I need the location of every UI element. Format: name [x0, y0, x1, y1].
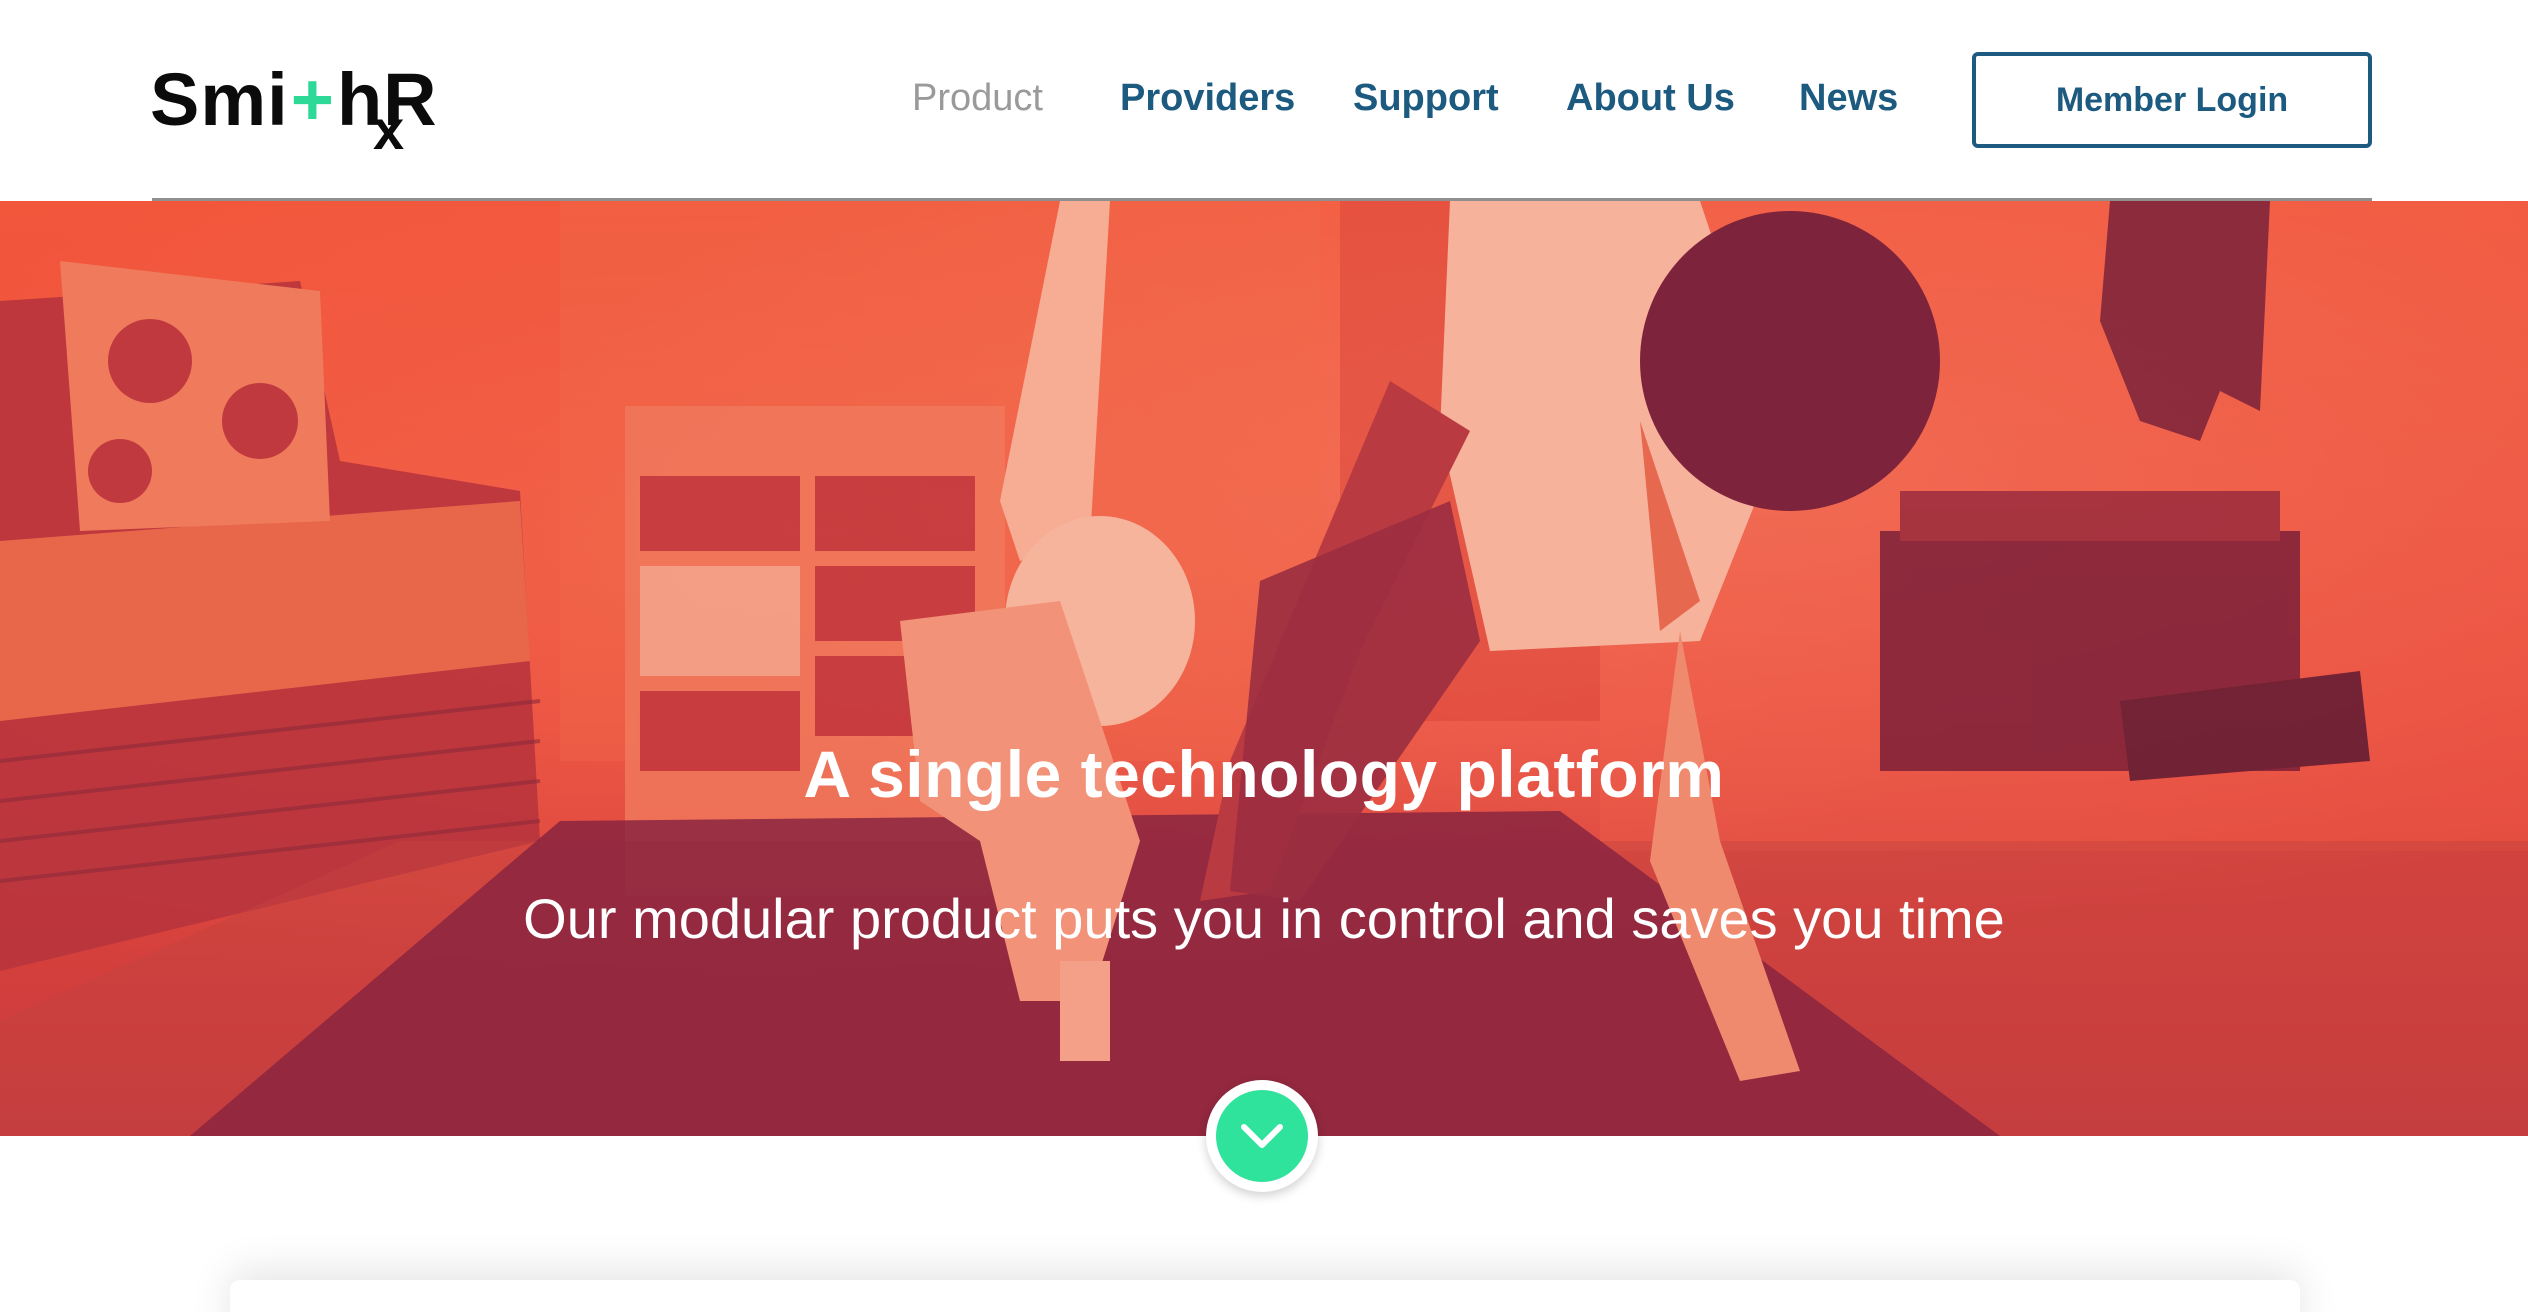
content-card-peek [230, 1280, 2300, 1312]
hero-banner: A single technology platform Our modular… [0, 201, 2528, 1136]
nav-item-about-us[interactable]: About Us [1566, 62, 1735, 134]
member-login-button[interactable]: Member Login [1972, 52, 2372, 148]
chevron-down-icon [1241, 1124, 1283, 1148]
hero-background-illustration [0, 201, 2528, 1136]
scroll-down-circle [1216, 1090, 1308, 1182]
nav-item-news[interactable]: News [1799, 62, 1898, 134]
nav-item-providers[interactable]: Providers [1120, 62, 1295, 134]
nav-item-support[interactable]: Support [1353, 62, 1499, 134]
hero-title: A single technology platform [803, 737, 1725, 811]
scroll-down-button[interactable] [1206, 1080, 1318, 1192]
nav-item-product[interactable]: Product [912, 62, 1043, 134]
site-header: Smi + hR x Product Providers Support Abo… [0, 0, 2528, 201]
hero-subtitle: Our modular product puts you in control … [523, 887, 2005, 950]
